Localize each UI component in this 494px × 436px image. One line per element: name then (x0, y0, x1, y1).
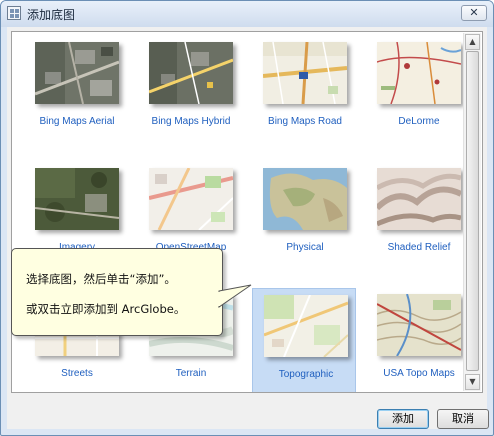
dialog-body: Bing Maps Aerial Bing Maps Hybrid Bing M… (7, 27, 489, 429)
openstreetmap-thumbnail (149, 168, 233, 230)
add-basemap-dialog: 添加底图 ✕ Bing Maps Aerial Bing Maps Hybrid (0, 0, 494, 436)
basemap-label: Bing Maps Road (268, 116, 342, 127)
basemap-label: Shaded Relief (387, 242, 451, 253)
basemap-label: Terrain (175, 368, 207, 379)
basemap-tile[interactable]: Physical (252, 162, 356, 282)
title-bar[interactable]: 添加底图 ✕ (1, 1, 493, 27)
basemap-label: Physical (286, 242, 324, 253)
tooltip-pointer (217, 284, 252, 308)
basemap-label: Streets (61, 368, 93, 379)
basemap-label: USA Topo Maps (383, 368, 455, 379)
topographic-thumbnail (264, 295, 348, 357)
cancel-button[interactable]: 取消 (437, 409, 489, 429)
basemap-tile[interactable]: Shaded Relief (366, 162, 470, 282)
basemap-tile[interactable]: Bing Maps Road (252, 36, 356, 156)
basemap-tile-selected[interactable]: Topographic (252, 288, 356, 392)
app-grid-icon (7, 6, 21, 20)
basemap-tile[interactable]: DeLorme (366, 36, 470, 156)
window-title: 添加底图 (27, 8, 76, 22)
usa-topo-maps-thumbnail (377, 294, 461, 356)
shaded-relief-thumbnail (377, 168, 461, 230)
basemap-label: Topographic (278, 369, 334, 380)
add-button[interactable]: 添加 (377, 409, 429, 429)
delorme-thumbnail (377, 42, 461, 104)
close-button[interactable]: ✕ (461, 5, 487, 21)
imagery-thumbnail (35, 168, 119, 230)
help-tooltip: 选择底图，然后单击“添加”。 或双击立即添加到 ArcGlobe。 (11, 248, 252, 336)
basemap-tile[interactable]: Bing Maps Aerial (24, 36, 128, 156)
basemap-tile[interactable]: Bing Maps Hybrid (138, 36, 242, 156)
vertical-scrollbar[interactable]: ▲ ▼ (463, 33, 481, 391)
basemap-gallery: Bing Maps Aerial Bing Maps Hybrid Bing M… (11, 31, 483, 393)
scrollbar-thumb[interactable] (466, 51, 479, 371)
physical-thumbnail (263, 168, 347, 230)
tooltip-line-1: 选择底图，然后单击“添加”。 (26, 272, 176, 286)
bing-maps-aerial-thumbnail (35, 42, 119, 104)
basemap-label: Bing Maps Hybrid (151, 116, 231, 127)
close-icon: ✕ (469, 6, 479, 19)
basemap-label: DeLorme (398, 116, 440, 127)
scroll-down-arrow-icon[interactable]: ▼ (465, 374, 480, 390)
basemap-label: Bing Maps Aerial (39, 116, 115, 127)
bing-maps-hybrid-thumbnail (149, 42, 233, 104)
basemap-tile[interactable]: USA Topo Maps (366, 288, 470, 392)
tooltip-line-2: 或双击立即添加到 ArcGlobe。 (26, 302, 186, 316)
bing-maps-road-thumbnail (263, 42, 347, 104)
scroll-up-arrow-icon[interactable]: ▲ (465, 34, 480, 50)
